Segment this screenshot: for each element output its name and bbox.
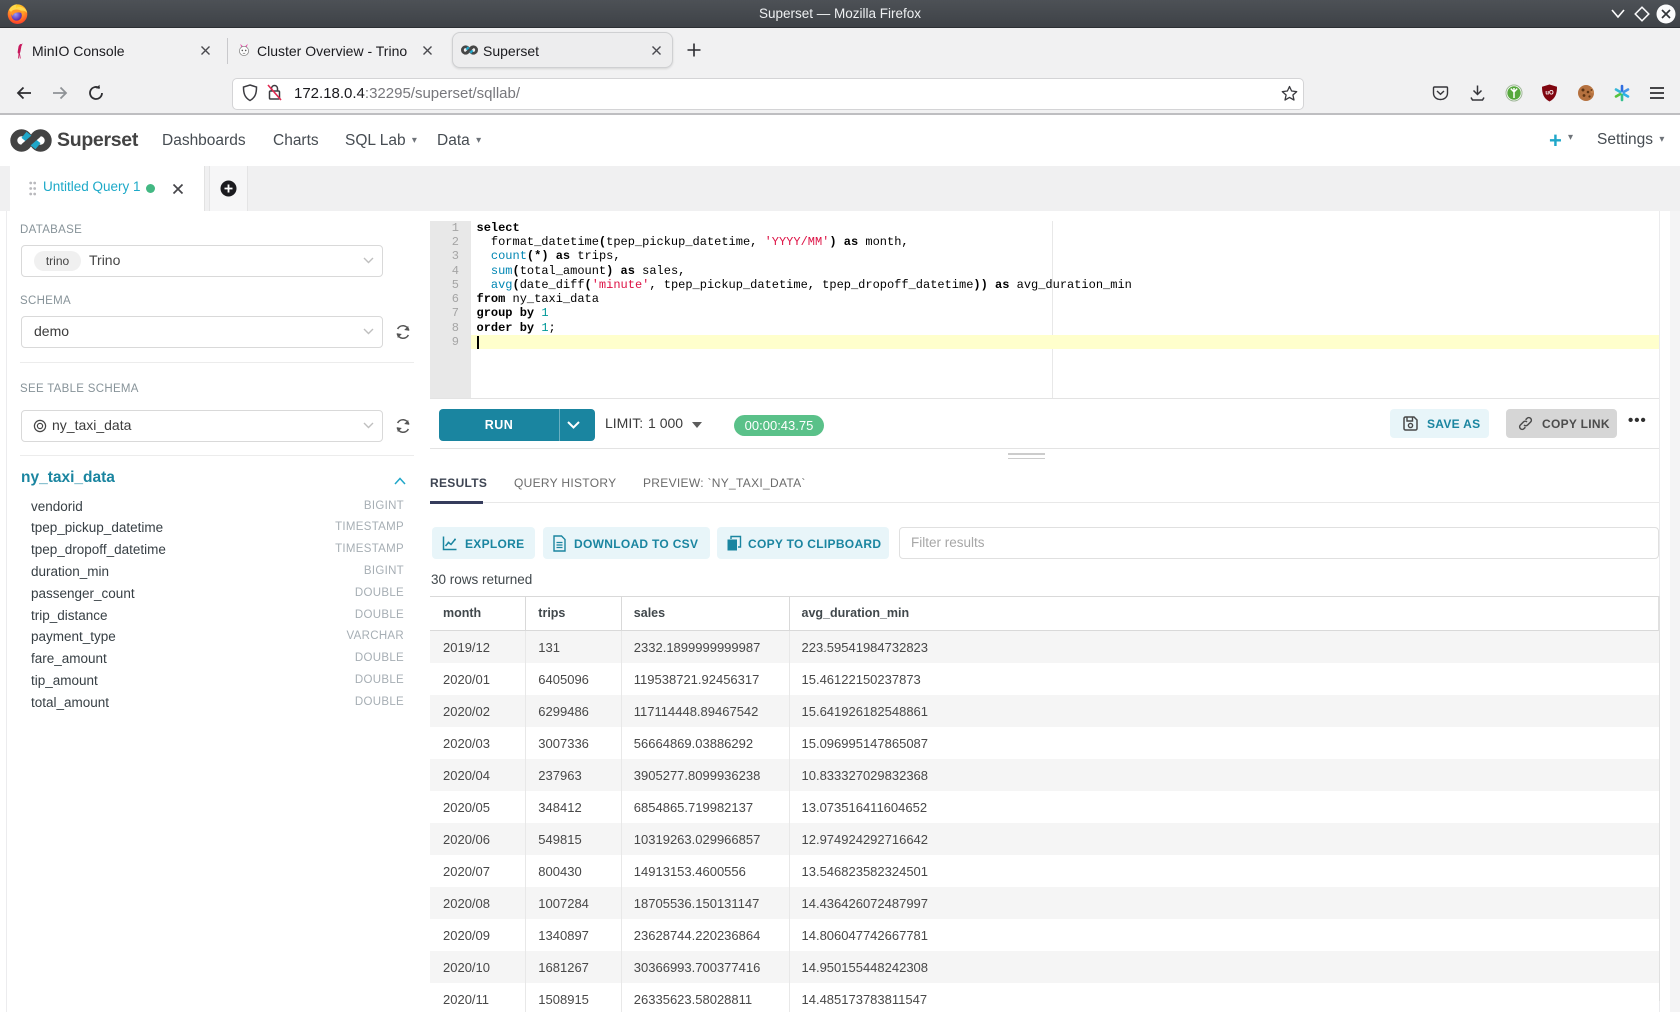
svg-text:uO: uO [1545,91,1554,97]
